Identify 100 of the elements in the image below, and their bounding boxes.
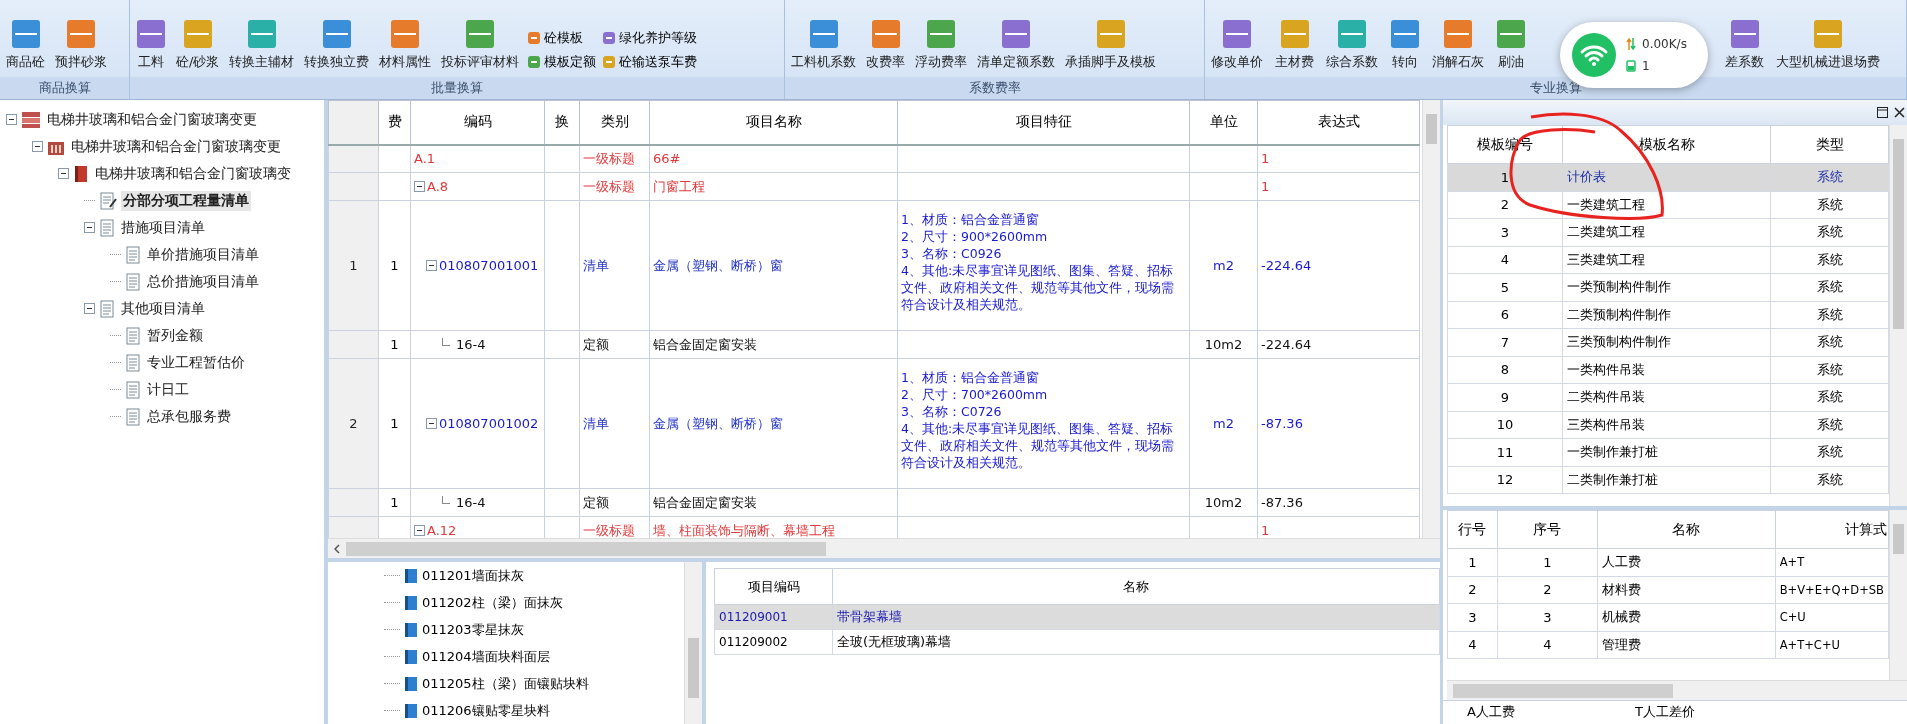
document-icon[interactable] — [125, 245, 141, 264]
toolbar-button[interactable]: 清单定额系数 — [975, 19, 1057, 71]
book-icon[interactable] — [73, 164, 89, 183]
column-header[interactable]: 换 — [544, 100, 580, 145]
document-icon[interactable] — [125, 407, 141, 426]
collapse-icon[interactable] — [426, 260, 437, 271]
chapter-item[interactable]: 011203零星抹灰 — [422, 620, 524, 639]
tree-item[interactable]: 分部分项工程量清单 — [121, 190, 251, 211]
toolbar-button[interactable]: 绿化养护等级 — [602, 29, 698, 47]
toolbar-button[interactable]: 消解石灰 — [1430, 19, 1486, 71]
toolbar-icon[interactable] — [1279, 19, 1310, 49]
toolbar-icon[interactable] — [926, 19, 956, 49]
stack-icon[interactable] — [21, 110, 41, 129]
tree-item[interactable]: 总承包服务费 — [145, 406, 233, 427]
horizontal-scrollbar[interactable] — [1447, 680, 1907, 700]
column-header[interactable]: 费 — [378, 100, 411, 145]
horizontal-scrollbar[interactable] — [328, 538, 1440, 558]
toolbar-button[interactable]: 综合系数 — [1324, 19, 1380, 71]
tree-item[interactable]: 单价措施项目清单 — [145, 244, 261, 265]
table-row[interactable]: 1 计价表 系统 — [1447, 163, 1889, 191]
tree-item[interactable]: 暂列金额 — [145, 325, 205, 346]
toolbar-button[interactable]: 预拌砂浆 — [53, 19, 109, 71]
toolbar-button[interactable]: 投标评审材料 — [439, 19, 522, 71]
toolbar-button[interactable]: 模板定额 — [527, 53, 597, 71]
toolbar-button[interactable]: 工料 — [134, 19, 168, 71]
collapse-icon[interactable] — [414, 525, 425, 536]
chapter-item[interactable]: 011204墙面块料面层 — [422, 647, 550, 666]
toolbar-icon[interactable] — [527, 55, 542, 69]
toolbar-button[interactable]: 大型机械进退场费 — [1774, 19, 1882, 71]
column-header[interactable]: 类型 — [1770, 125, 1889, 164]
table-row[interactable]: 2 一类建筑工程 系统 — [1447, 191, 1889, 219]
toolbar-icon[interactable] — [182, 19, 213, 49]
table-row[interactable]: 011209002 全玻(无框玻璃)幕墙 — [714, 629, 1440, 655]
column-header[interactable]: 表达式 — [1257, 100, 1420, 145]
toolbar-icon[interactable] — [465, 19, 496, 49]
vertical-scrollbar[interactable] — [684, 562, 702, 724]
column-header[interactable]: 项目编码 — [714, 568, 833, 605]
toolbar-icon[interactable] — [1095, 19, 1126, 49]
toolbar-icon[interactable] — [527, 31, 542, 45]
toolbar-icon[interactable] — [870, 19, 901, 49]
vertical-scrollbar[interactable] — [1889, 125, 1907, 506]
table-row[interactable]: 5 一类预制构件制作 系统 — [1447, 273, 1889, 301]
column-header[interactable]: 模板名称 — [1562, 125, 1771, 164]
toolbar-icon[interactable] — [136, 19, 166, 49]
table-row[interactable]: 12 二类制作兼打桩 系统 — [1447, 466, 1889, 494]
toolbar-button[interactable]: 刷油 — [1494, 19, 1528, 71]
column-header[interactable]: 序号 — [1497, 510, 1598, 549]
toolbar-icon[interactable] — [808, 19, 839, 49]
column-header[interactable]: 计算式 — [1775, 510, 1889, 549]
column-header[interactable]: 单位 — [1189, 100, 1258, 145]
document-edit-icon[interactable] — [99, 191, 117, 210]
toolbar-icon[interactable] — [1496, 19, 1526, 49]
toolbar-button[interactable]: 砼模板 — [527, 29, 597, 47]
document-icon[interactable] — [125, 272, 141, 291]
collapse-icon[interactable] — [58, 168, 69, 179]
table-row[interactable]: 9 二类构件吊装 系统 — [1447, 383, 1889, 411]
tree-item[interactable]: 电梯井玻璃和铝合金门窗玻璃变更 — [45, 109, 259, 130]
toolbar-button[interactable]: 砼输送泵车费 — [602, 53, 698, 71]
tree-item[interactable]: 措施项目清单 — [119, 217, 207, 238]
toolbar-icon[interactable] — [246, 19, 277, 49]
table-row[interactable]: 7 三类预制构件制作 系统 — [1447, 328, 1889, 356]
vertical-scrollbar[interactable] — [1889, 510, 1907, 680]
table-row[interactable]: 10 三类构件吊装 系统 — [1447, 411, 1889, 439]
toolbar-button[interactable]: 材料属性 — [377, 19, 434, 71]
close-icon[interactable] — [1894, 107, 1905, 118]
tree-item[interactable]: 计日工 — [145, 379, 191, 400]
toolbar-icon[interactable] — [1337, 19, 1367, 49]
column-header[interactable]: 项目特征 — [897, 100, 1190, 145]
toolbar-icon[interactable] — [390, 19, 421, 49]
toolbar-button[interactable]: 修改单价 — [1209, 19, 1265, 71]
table-row[interactable]: 3 二类建筑工程 系统 — [1447, 218, 1889, 246]
column-header[interactable]: 名称 — [1597, 510, 1776, 549]
toolbar-button[interactable]: 差系数 — [1723, 19, 1766, 71]
table-row[interactable]: 8 一类构件吊装 系统 — [1447, 356, 1889, 384]
column-header[interactable]: 编码 — [410, 100, 545, 145]
chapter-item[interactable]: 011201墙面抹灰 — [422, 566, 524, 585]
collapse-icon[interactable] — [32, 141, 43, 152]
toolbar-button[interactable]: 转向 — [1388, 19, 1422, 71]
toolbar-icon[interactable] — [66, 19, 96, 49]
collapse-icon[interactable] — [414, 181, 425, 192]
toolbar-icon[interactable] — [1443, 19, 1473, 49]
toolbar-icon[interactable] — [1390, 19, 1420, 49]
tree-item[interactable]: 电梯井玻璃和铝合金门窗玻璃变更 — [69, 136, 283, 157]
document-icon[interactable] — [125, 353, 141, 372]
toolbar-icon[interactable] — [602, 31, 617, 45]
chapter-item[interactable]: 011205柱（梁）面镶贴块料 — [422, 674, 589, 693]
document-icon[interactable] — [125, 326, 141, 345]
toolbar-button[interactable]: 浮动费率 — [913, 19, 969, 71]
document-icon[interactable] — [125, 380, 141, 399]
vertical-scrollbar[interactable] — [1422, 100, 1440, 539]
toolbar-button[interactable]: 转换独立费 — [302, 19, 372, 71]
toolbar-button[interactable]: 砼/砂浆 — [174, 19, 222, 71]
toolbar-button[interactable]: 承插脚手及模板 — [1063, 19, 1158, 71]
tree-item[interactable]: 其他项目清单 — [119, 298, 207, 319]
collapse-icon[interactable] — [84, 303, 95, 314]
collapse-icon[interactable] — [6, 114, 17, 125]
toolbar-button[interactable]: 工料机系数 — [789, 19, 858, 71]
tree-item[interactable]: 总价措施项目清单 — [145, 271, 261, 292]
table-row[interactable]: 4 三类建筑工程 系统 — [1447, 246, 1889, 274]
chapter-item[interactable]: 011206镶贴零星块料 — [422, 701, 550, 720]
